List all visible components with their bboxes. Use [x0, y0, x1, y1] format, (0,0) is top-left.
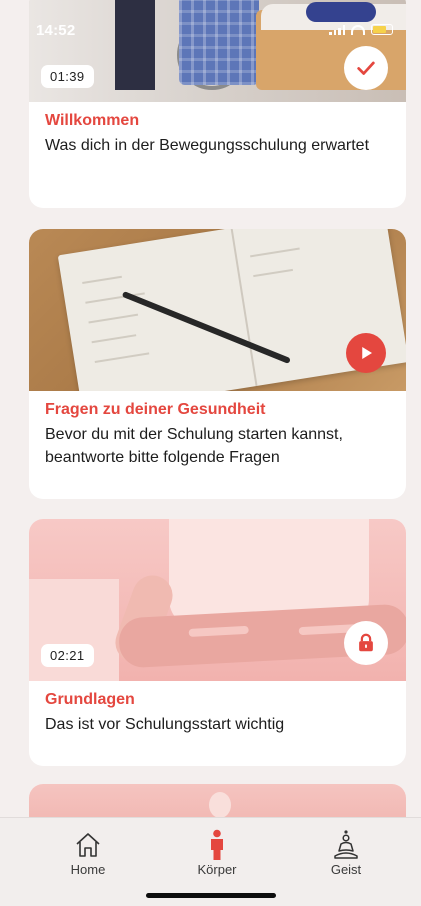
- tab-home[interactable]: Home: [43, 828, 133, 877]
- tab-geist[interactable]: Geist: [301, 828, 391, 877]
- signal-icon: [329, 24, 345, 35]
- lesson-description: Was dich in der Bewegungsschulung erwart…: [45, 137, 370, 154]
- lesson-card-fragen[interactable]: Fragen zu deiner Gesundheit Bevor du mit…: [29, 229, 406, 499]
- status-icons: [329, 24, 393, 35]
- lesson-title: Fragen zu deiner Gesundheit: [45, 401, 266, 418]
- tab-label: Geist: [330, 862, 362, 877]
- duration-badge: 02:21: [41, 644, 94, 667]
- lesson-description: Bevor du mit der Schulung starten kannst…: [45, 426, 343, 466]
- check-icon: [357, 61, 375, 75]
- play-icon: [362, 347, 372, 359]
- tab-koerper[interactable]: Körper: [172, 828, 262, 877]
- tab-bar: Home Körper Geist: [0, 817, 421, 906]
- lesson-title: Willkommen: [45, 112, 140, 129]
- tab-label: Home: [70, 862, 106, 877]
- battery-icon: [371, 24, 393, 35]
- lesson-thumbnail: 02:21: [29, 519, 406, 681]
- status-bar: 14:52: [0, 22, 421, 42]
- meditation-icon: [331, 828, 361, 862]
- lesson-description: Das ist vor Schulungsstart wichtig: [45, 716, 285, 733]
- tab-label: Körper: [197, 862, 237, 877]
- home-icon: [73, 828, 103, 862]
- locked-badge: [344, 621, 388, 665]
- home-indicator: [146, 893, 276, 898]
- lesson-thumbnail: [29, 229, 406, 391]
- play-button[interactable]: [346, 333, 386, 373]
- body-icon: [202, 828, 232, 862]
- lesson-card-grundlagen[interactable]: 02:21 Grundlagen Das ist vor Schulungsst…: [29, 519, 406, 766]
- lesson-title: Grundlagen: [45, 691, 135, 708]
- wifi-icon: [351, 24, 365, 35]
- duration-badge: 01:39: [41, 65, 94, 88]
- status-time: 14:52: [36, 22, 76, 39]
- lock-icon: [359, 633, 373, 652]
- lesson-thumbnail: 01:39: [29, 0, 406, 102]
- completed-badge: [344, 46, 388, 90]
